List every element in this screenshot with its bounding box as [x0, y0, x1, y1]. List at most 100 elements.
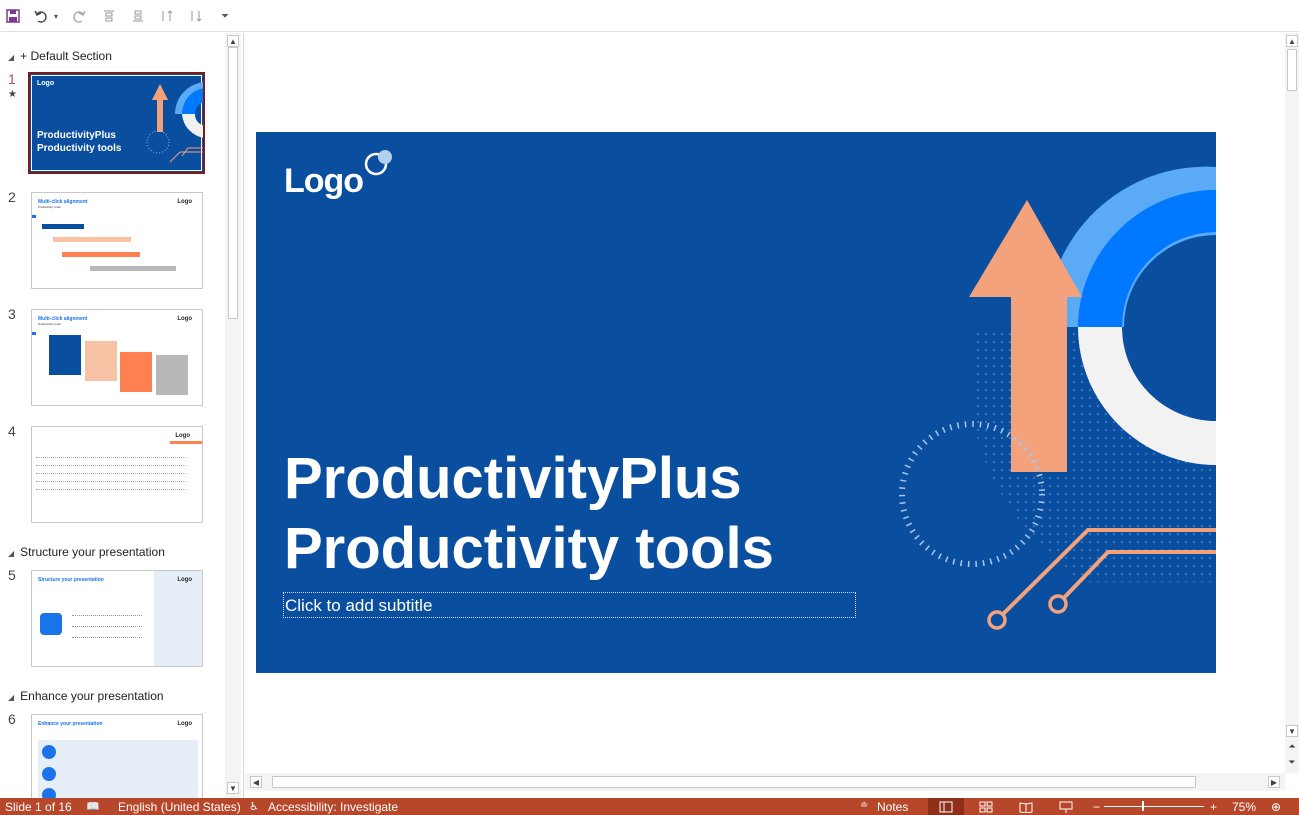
slide-logo[interactable]: Logo [284, 162, 364, 201]
scroll-left-icon[interactable]: ◀ [250, 776, 262, 788]
notes-button[interactable]: Notes [877, 800, 908, 814]
zoom-slider[interactable] [1104, 806, 1204, 807]
thumb-panel [154, 571, 202, 666]
section-header-structure[interactable]: ◢ Structure your presentation [8, 545, 165, 559]
redo-icon[interactable] [68, 5, 90, 27]
thumb-line [72, 637, 142, 638]
language-indicator[interactable]: English (United States) [118, 800, 241, 814]
thumb-line [72, 626, 142, 627]
thumb-block [49, 335, 81, 375]
thumb-title: Enhance your presentation [38, 721, 103, 727]
thumb-accent [170, 441, 202, 444]
slide-number: 4 [8, 423, 16, 439]
save-icon[interactable] [2, 5, 24, 27]
align-bottom-icon[interactable] [127, 5, 149, 27]
thumb-list-icon [40, 613, 62, 635]
editor-horizontal-scrollbar[interactable]: ◀ ▶ [245, 773, 1285, 791]
thumb-panel [38, 740, 198, 798]
scrollbar-thumb[interactable] [272, 776, 1196, 788]
scroll-up-icon[interactable]: ▲ [1286, 35, 1298, 47]
slide-title[interactable]: ProductivityPlus Productivity tools [284, 444, 774, 584]
thumb-bar [42, 224, 84, 229]
thumb-block [156, 355, 188, 395]
thumb-block [85, 341, 117, 381]
sort-descending-icon[interactable] [185, 5, 207, 27]
thumb-art [146, 82, 203, 163]
slide-canvas[interactable]: Logo ProductivityPlus Productivity tools… [256, 132, 1216, 673]
slide-counter[interactable]: Slide 1 of 16 [5, 800, 72, 814]
thumb-logo: Logo [177, 199, 192, 205]
thumb-subtitle: Productivity tools [38, 205, 61, 209]
zoom-in-button[interactable]: + [1210, 800, 1217, 814]
thumb-line [36, 489, 186, 490]
spelling-check-icon[interactable]: 📖 [86, 800, 100, 813]
slide-thumbnail-4[interactable]: Logo [31, 426, 203, 523]
slide-thumbnail-5[interactable]: Structure your presentation Logo [31, 570, 203, 667]
thumb-bar [62, 252, 140, 257]
zoom-out-button[interactable]: − [1093, 800, 1100, 814]
slide-thumbnail-3[interactable]: Multi-click alignment Productivity tools… [31, 309, 203, 406]
thumb-bar [53, 237, 131, 242]
thumbnail-scrollbar[interactable]: ▲ ▼ [225, 33, 241, 798]
thumb-subtitle: Productivity tools [37, 143, 122, 154]
slide-editor: Logo ProductivityPlus Productivity tools… [245, 33, 1285, 773]
animation-star-icon: ★ [8, 89, 17, 100]
normal-view-button[interactable] [928, 798, 964, 815]
undo-dropdown-icon[interactable]: ▾ [50, 5, 62, 27]
thumb-logo: Logo [177, 721, 192, 727]
slide-number: 3 [8, 306, 16, 322]
fit-to-window-icon[interactable]: ⊕ [1271, 800, 1281, 814]
previous-slide-icon[interactable]: ⏶ [1286, 741, 1298, 753]
collapse-triangle-icon[interactable]: ◢ [8, 693, 14, 702]
sort-ascending-icon[interactable] [156, 5, 178, 27]
thumb-line [36, 457, 186, 458]
next-slide-icon[interactable]: ⏷ [1286, 757, 1298, 769]
collapse-triangle-icon[interactable]: ◢ [8, 549, 14, 558]
reading-view-button[interactable] [1008, 798, 1044, 815]
thumb-line [36, 465, 186, 466]
scroll-right-icon[interactable]: ▶ [1268, 776, 1280, 788]
slide-thumbnail-6[interactable]: Enhance your presentation Logo [31, 714, 203, 798]
scrollbar-thumb[interactable] [228, 47, 238, 319]
thumb-line [72, 615, 142, 616]
scroll-up-icon[interactable]: ▲ [227, 35, 239, 47]
slide-thumbnail-2[interactable]: Multi-click alignment Productivity tools… [31, 192, 203, 289]
section-header-default[interactable]: ◢ + Default Section [8, 49, 112, 63]
customize-toolbar-icon[interactable]: ⏷ [214, 5, 236, 27]
slide-number: 6 [8, 711, 16, 727]
thumb-line [36, 473, 186, 474]
quick-access-toolbar: ▾ ⏷ [0, 0, 1299, 32]
collapse-triangle-icon[interactable]: ◢ [8, 53, 14, 62]
scrollbar-thumb[interactable] [1287, 49, 1297, 91]
slide-number: 2 [8, 189, 16, 205]
title-line-1: ProductivityPlus [284, 446, 742, 511]
thumb-marker [32, 332, 36, 335]
align-top-icon[interactable] [98, 5, 120, 27]
scroll-down-icon[interactable]: ▼ [1286, 725, 1298, 737]
thumb-block [120, 352, 152, 392]
slide-sorter-view-button[interactable] [968, 798, 1004, 815]
subtitle-placeholder-text: Click to add subtitle [285, 596, 433, 615]
thumb-subtitle: Productivity tools [38, 322, 61, 326]
accessibility-icon[interactable]: ♿ [249, 800, 259, 813]
slide-thumbnail-pane: ◢ + Default Section 1 ★ Logo Productivity… [0, 33, 244, 798]
zoom-level[interactable]: 75% [1232, 800, 1256, 814]
thumb-marker [32, 215, 36, 218]
thumb-bar [90, 266, 176, 271]
section-header-enhance[interactable]: ◢ Enhance your presentation [8, 689, 164, 703]
slide-number: 1 [8, 71, 16, 87]
thumb-logo: Logo [175, 433, 190, 439]
editor-vertical-scrollbar[interactable]: ▲ ▼ ⏶ ⏷ [1285, 33, 1299, 773]
thumb-logo: Logo [177, 316, 192, 322]
thumb-line [36, 481, 186, 482]
thumb-logo: Logo [37, 80, 55, 87]
accessibility-status[interactable]: Accessibility: Investigate [268, 800, 398, 814]
subtitle-placeholder[interactable]: Click to add subtitle [283, 592, 856, 618]
zoom-slider-handle[interactable] [1142, 801, 1144, 811]
scroll-down-icon[interactable]: ▼ [227, 782, 239, 794]
status-bar: Slide 1 of 16 📖 English (United States) … [0, 798, 1299, 815]
notes-icon[interactable]: ≐ [860, 800, 868, 811]
slideshow-view-button[interactable] [1048, 798, 1084, 815]
undo-icon[interactable] [30, 5, 52, 27]
slide-thumbnail-1[interactable]: Logo ProductivityPlus Productivity tools [28, 72, 205, 174]
